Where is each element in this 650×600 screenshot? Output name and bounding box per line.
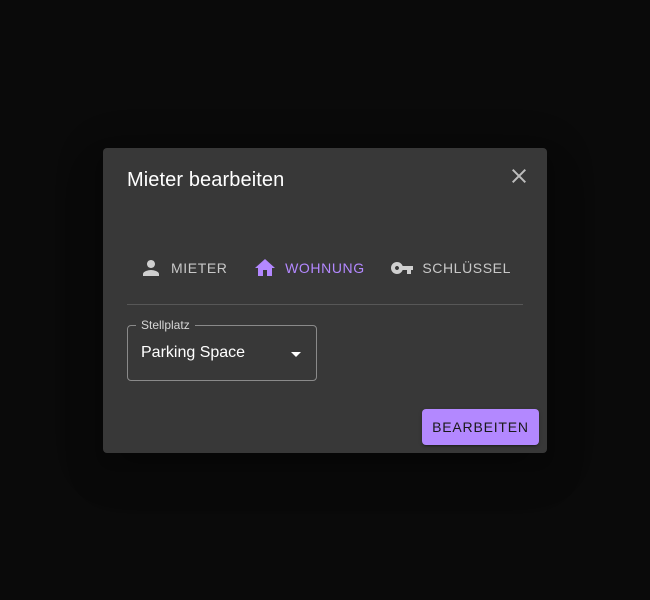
divider	[127, 304, 523, 305]
dialog-title: Mieter bearbeiten	[127, 169, 285, 191]
home-icon	[253, 256, 277, 280]
tab-label: MIETER	[171, 260, 228, 276]
tab-schluessel[interactable]: SCHLÜSSEL	[378, 244, 523, 292]
tab-label: WOHNUNG	[285, 260, 365, 276]
edit-submit-button[interactable]: BEARBEITEN	[422, 409, 539, 445]
parking-select[interactable]: Stellplatz Parking Space	[127, 318, 317, 381]
person-icon	[139, 256, 163, 280]
parking-select-value: Parking Space	[141, 344, 246, 361]
tab-mieter[interactable]: MIETER	[127, 244, 240, 292]
key-icon	[390, 256, 414, 280]
tab-wohnung[interactable]: WOHNUNG	[241, 244, 377, 292]
tab-label: SCHLÜSSEL	[422, 260, 511, 276]
tab-bar: MIETER WOHNUNG SCHLÜSSEL	[127, 244, 523, 292]
close-button[interactable]	[507, 164, 531, 188]
dropdown-arrow-icon	[284, 342, 308, 366]
parking-select-label: Stellplatz	[136, 318, 195, 332]
close-icon	[512, 169, 526, 183]
edit-tenant-dialog: Mieter bearbeiten MIETER WOHNUNG SCHLÜSS…	[103, 148, 547, 453]
